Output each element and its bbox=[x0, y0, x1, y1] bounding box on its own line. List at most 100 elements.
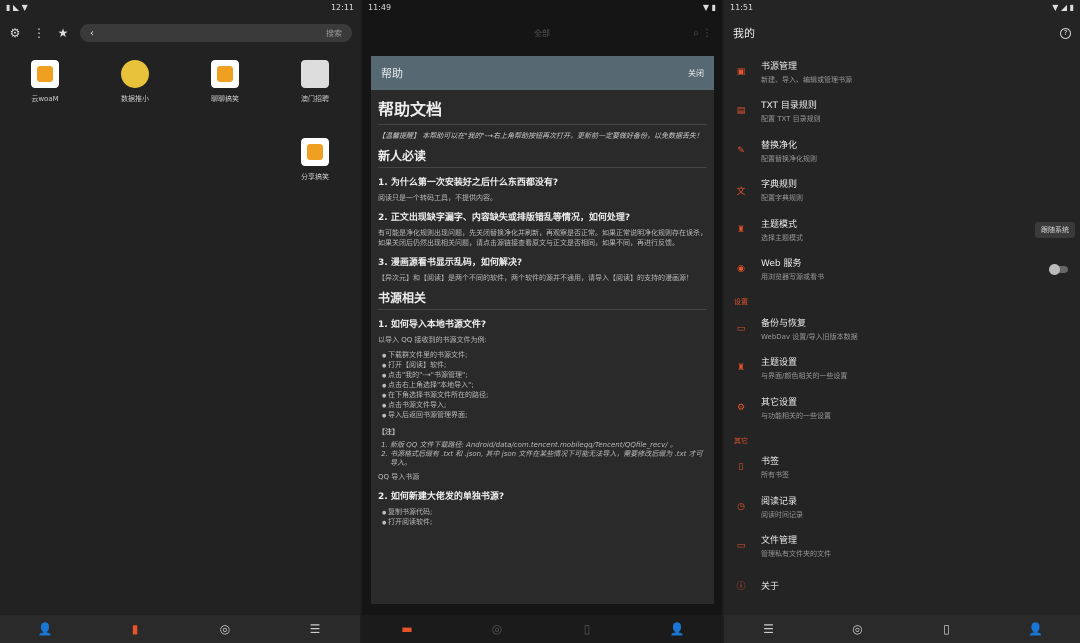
search-input[interactable]: ‹ 搜索 bbox=[80, 24, 352, 42]
profile-icon[interactable]: 👤 bbox=[1028, 622, 1043, 636]
profile-icon[interactable]: 👤 bbox=[670, 622, 685, 636]
book-item[interactable]: 澳门招聘 bbox=[270, 60, 360, 138]
menu-title: 书源管理 bbox=[761, 61, 798, 72]
menu-icon: ◷ bbox=[737, 501, 745, 512]
menu-title: 字典规则 bbox=[761, 180, 798, 191]
list-item: 点击书源文件导入; bbox=[382, 401, 707, 411]
question: 2. 正文出现缺字漏字、内容缺失或排版错乱等情况，如何处理? bbox=[378, 213, 631, 223]
menu-item[interactable]: ▭ 备份与恢复 WebDav 设置/导入旧版本数据 bbox=[724, 309, 1080, 349]
list-item: 复制书源代码; bbox=[382, 508, 707, 518]
menu-subtitle: 所有书签 bbox=[761, 471, 789, 480]
qq-import-text: QQ 导入书源 bbox=[378, 473, 420, 481]
bottom-nav: 👤 ▮ ◎ ☰ bbox=[0, 615, 360, 643]
menu-subtitle: 与功能相关的一些设置 bbox=[761, 411, 831, 420]
menu-icon: ▯ bbox=[738, 462, 744, 473]
group-icon[interactable]: ⋮ bbox=[32, 26, 46, 40]
status-bar: 11:49 ▼ ▮ bbox=[362, 0, 722, 14]
list-item: 书源格式后缀有 .txt 和 .json, 其中 json 文件在某些情况下可能… bbox=[390, 450, 707, 468]
menu-icon: ♜ bbox=[736, 363, 746, 374]
menu-item[interactable]: ◷ 阅读记录 阅读时间记录 bbox=[724, 487, 1080, 527]
web-service-toggle[interactable] bbox=[1049, 263, 1068, 275]
menu-item[interactable]: ⓘ 关于 bbox=[724, 566, 1080, 606]
menu-subtitle: 用浏览器写源或看书 bbox=[761, 273, 824, 282]
menu-subtitle: 管理私有文件夹的文件 bbox=[761, 550, 831, 559]
menu-subtitle: 选择主题模式 bbox=[761, 233, 803, 242]
menu-title: 书签 bbox=[761, 457, 780, 468]
menu-item[interactable]: ▤ TXT 目录规则 配置 TXT 目录规则 bbox=[724, 92, 1080, 132]
list-item: 下载群文件里的书源文件; bbox=[382, 351, 707, 361]
book-item[interactable]: 数据推小 bbox=[90, 60, 180, 138]
answer: 阅读只是一个转码工具，不提供内容。 bbox=[378, 194, 497, 202]
bottom-nav: ▬ ◎ ▯ 👤 bbox=[362, 615, 722, 643]
menu-icon: ◉ bbox=[737, 264, 745, 275]
menu-item[interactable]: ▯ 书签所有书签 bbox=[724, 448, 1080, 488]
menu-subtitle: 配置 TXT 目录规则 bbox=[761, 115, 821, 124]
status-bar: 11:51 ▼ ◢ ▮ bbox=[724, 0, 1080, 14]
menu-icon: ♜ bbox=[736, 224, 746, 235]
header: 我的? bbox=[724, 14, 1080, 52]
discover-icon[interactable]: ◎ bbox=[218, 622, 232, 636]
book-item[interactable]: 分享搞笑 bbox=[270, 138, 360, 216]
status-bar: ▮ ◣ ▼ 12:11 bbox=[0, 0, 360, 14]
status-time: 11:49 bbox=[368, 2, 392, 12]
menu-item[interactable]: ◉ Web 服务 用浏览器写源或看书 bbox=[724, 250, 1080, 290]
menu-item[interactable]: ♜ 主题模式 选择主题模式 跟随系统 bbox=[724, 210, 1080, 250]
menu-title: 关于 bbox=[761, 582, 780, 593]
menu-item[interactable]: ▭ 文件管理 管理私有文件夹的文件 bbox=[724, 527, 1080, 567]
list-item: 在下角选择书源文件所在的路径; bbox=[382, 391, 707, 401]
help-icon[interactable]: ? bbox=[1060, 27, 1071, 39]
theme-mode-badge[interactable]: 跟随系统 bbox=[1035, 221, 1075, 238]
question: 2. 如何新建大佬发的单独书源? bbox=[378, 492, 505, 502]
discover-icon[interactable]: ◎ bbox=[851, 622, 865, 636]
menu-title: 替换净化 bbox=[761, 140, 798, 151]
section-heading: 书源相关 bbox=[378, 289, 707, 310]
menu-title: TXT 目录规则 bbox=[761, 101, 817, 112]
book-cover bbox=[301, 60, 329, 88]
menu-item[interactable]: ⚙ 其它设置与功能相关的一些设置 bbox=[724, 388, 1080, 428]
source-icon[interactable]: ☰ bbox=[308, 622, 322, 636]
menu-icon: ⚙ bbox=[736, 402, 746, 413]
close-button[interactable]: 关闭 bbox=[688, 68, 704, 79]
help-content[interactable]: 帮助文档 【温馨提醒】 本帮助可以在"我的"-→右上角帮助按钮再次打开，更新前一… bbox=[371, 90, 714, 540]
book-item bbox=[180, 138, 270, 216]
settings-icon[interactable]: ⚙ bbox=[8, 26, 22, 40]
menu-title: 备份与恢复 bbox=[761, 318, 807, 329]
book-cover bbox=[31, 60, 59, 88]
book-cover bbox=[211, 60, 239, 88]
help-dialog: 帮助 关闭 帮助文档 【温馨提醒】 本帮助可以在"我的"-→右上角帮助按钮再次打开… bbox=[371, 56, 714, 604]
bookmark-icon[interactable]: ▯ bbox=[940, 622, 954, 636]
menu-item[interactable]: 文 字典规则 配置字典规则 bbox=[724, 171, 1080, 211]
menu-title: 其它设置 bbox=[761, 397, 798, 408]
book-item bbox=[90, 138, 180, 216]
status-time: 11:51 bbox=[730, 2, 754, 12]
book-cover bbox=[121, 60, 149, 88]
bottom-nav: ☰ ◎ ▯ 👤 bbox=[724, 615, 1080, 643]
menu-icon: ▣ bbox=[736, 66, 746, 77]
header: 全部 ⌕ ⋮ bbox=[362, 14, 722, 52]
question: 1. 如何导入本地书源文件? bbox=[378, 320, 487, 330]
group-title[interactable]: 全部 bbox=[534, 28, 550, 39]
search-icon[interactable]: ⌕ ⋮ bbox=[693, 28, 712, 39]
book-item[interactable]: 云woaM bbox=[0, 60, 90, 138]
book-title: 分享搞笑 bbox=[301, 173, 329, 181]
bookshelf-icon[interactable]: ☰ bbox=[762, 622, 776, 636]
back-icon[interactable]: ‹ bbox=[90, 28, 94, 39]
bookshelf-icon[interactable]: ▮ bbox=[128, 622, 142, 636]
menu-item[interactable]: ▣ 书源管理 新建、导入、编辑或管理书源 bbox=[724, 52, 1080, 92]
star-icon[interactable]: ★ bbox=[56, 26, 70, 40]
status-time: 12:11 bbox=[330, 2, 354, 12]
rss-icon bbox=[307, 144, 323, 160]
menu-item[interactable]: ♜ 主题设置 与界面/颜色相关的一些设置 bbox=[724, 349, 1080, 389]
bookshelf-icon[interactable]: ▬ bbox=[400, 622, 414, 636]
question: 3. 漫画源看书显示乱码，如何解决? bbox=[378, 258, 523, 268]
section-other: 其它 bbox=[734, 436, 748, 445]
menu-item[interactable]: ✎ 替换净化 配置替换净化规则 bbox=[724, 131, 1080, 171]
bookmark-icon[interactable]: ▯ bbox=[580, 622, 594, 636]
discover-icon[interactable]: ◎ bbox=[490, 622, 504, 636]
book-item[interactable]: 聊聊搞笑 bbox=[180, 60, 270, 138]
menu-subtitle: 配置字典规则 bbox=[761, 194, 803, 203]
profile-icon[interactable]: 👤 bbox=[38, 622, 53, 636]
dialog-header: 帮助 关闭 bbox=[371, 56, 714, 90]
menu-icon: ✎ bbox=[737, 145, 745, 156]
bookshelf-toolbar: ⚙ ⋮ ★ ‹ 搜索 bbox=[0, 14, 360, 52]
